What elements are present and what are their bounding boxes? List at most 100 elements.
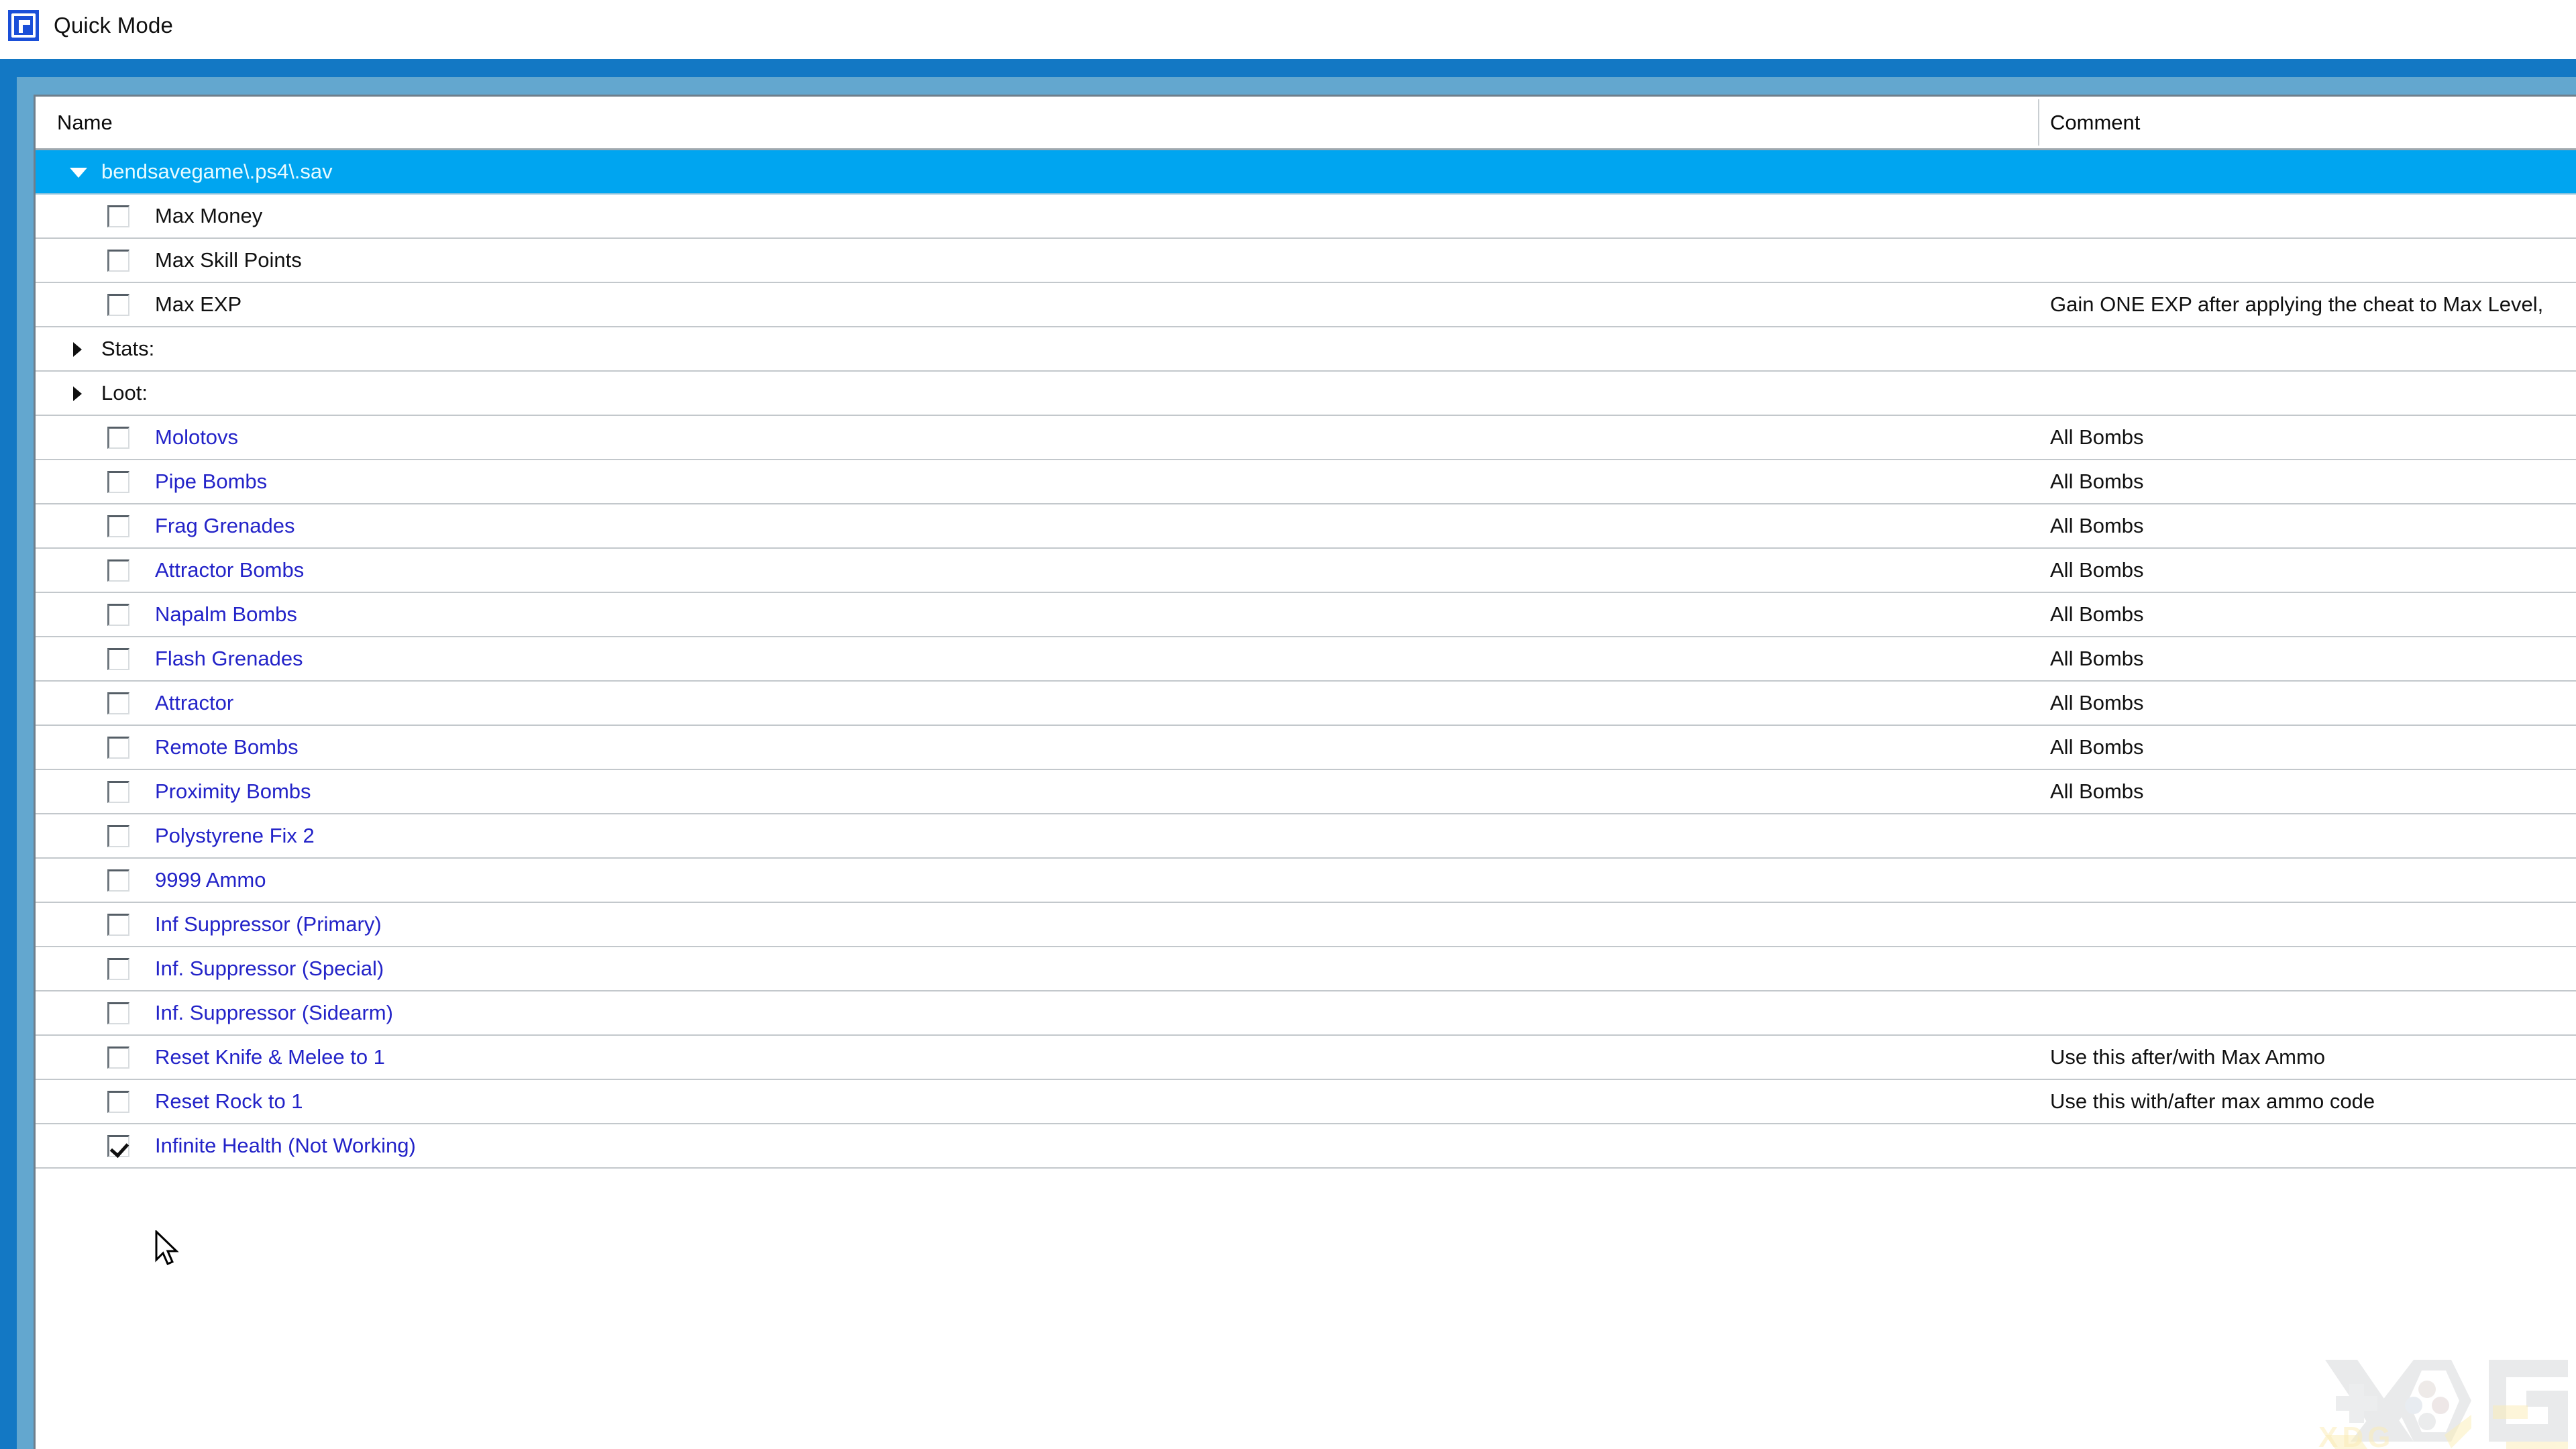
row-comment-cell: All Bombs bbox=[2050, 470, 2144, 493]
cheat-tree-panel[interactable]: Name Comment bendsavegame\.ps4\.sav Max M… bbox=[34, 95, 2576, 1449]
row-name-cell[interactable]: Pipe Bombs bbox=[36, 460, 2038, 503]
row-checkbox[interactable] bbox=[107, 957, 129, 980]
row-name-cell[interactable]: Molotovs bbox=[36, 416, 2038, 459]
row-label: Max EXP bbox=[155, 292, 242, 316]
table-row[interactable]: Stats: bbox=[36, 327, 2576, 372]
table-row[interactable]: Reset Knife & Melee to 1 Use this after/w… bbox=[36, 1036, 2576, 1080]
row-label: Remote Bombs bbox=[155, 735, 299, 759]
row-checkbox[interactable] bbox=[107, 559, 129, 582]
row-name-cell[interactable]: Flash Grenades bbox=[36, 637, 2038, 680]
row-checkbox[interactable] bbox=[107, 205, 129, 227]
table-row[interactable]: Flash Grenades All Bombs bbox=[36, 637, 2576, 682]
table-row[interactable]: Remote Bombs All Bombs bbox=[36, 726, 2576, 770]
mouse-cursor bbox=[155, 1229, 182, 1269]
window-title: Quick Mode bbox=[54, 12, 174, 38]
row-name-cell[interactable]: Remote Bombs bbox=[36, 726, 2038, 769]
row-name-cell[interactable]: Frag Grenades bbox=[36, 504, 2038, 547]
row-label: Inf Suppressor (Primary) bbox=[155, 912, 382, 936]
row-name-cell[interactable]: Max Money bbox=[36, 195, 2038, 237]
xdg-watermark-logo: XDG bbox=[2313, 1341, 2576, 1449]
row-checkbox[interactable] bbox=[107, 913, 129, 936]
row-checkbox[interactable] bbox=[107, 515, 129, 537]
row-name-cell[interactable]: Reset Knife & Melee to 1 bbox=[36, 1036, 2038, 1079]
row-name-cell[interactable]: Inf. Suppressor (Special) bbox=[36, 947, 2038, 990]
column-header-comment[interactable]: Comment bbox=[2038, 97, 2140, 148]
row-checkbox[interactable] bbox=[107, 249, 129, 272]
table-row[interactable]: bendsavegame\.ps4\.sav bbox=[36, 150, 2576, 195]
row-comment-cell bbox=[2038, 372, 2576, 415]
row-label: Inf. Suppressor (Sidearm) bbox=[155, 1001, 393, 1024]
row-name-cell[interactable]: Polystyrene Fix 2 bbox=[36, 814, 2038, 857]
row-checkbox[interactable] bbox=[107, 780, 129, 803]
row-label: 9999 Ammo bbox=[155, 868, 266, 892]
table-row[interactable]: Inf. Suppressor (Special) bbox=[36, 947, 2576, 991]
row-label: Polystyrene Fix 2 bbox=[155, 824, 315, 847]
row-label: Reset Knife & Melee to 1 bbox=[155, 1045, 385, 1069]
row-comment-cell bbox=[2038, 195, 2576, 237]
row-comment-cell: Gain ONE EXP after applying the cheat to… bbox=[2050, 292, 2544, 316]
row-name-cell[interactable]: Attractor bbox=[36, 682, 2038, 724]
row-checkbox[interactable] bbox=[107, 293, 129, 316]
row-comment-cell: Use this with/after max ammo code bbox=[2050, 1089, 2375, 1113]
row-checkbox[interactable] bbox=[107, 736, 129, 759]
chevron-right-icon[interactable] bbox=[68, 339, 88, 359]
table-row[interactable]: Pipe Bombs All Bombs bbox=[36, 460, 2576, 504]
row-label: bendsavegame\.ps4\.sav bbox=[101, 160, 333, 183]
row-label: Flash Grenades bbox=[155, 647, 303, 670]
table-row[interactable]: Infinite Health (Not Working) bbox=[36, 1124, 2576, 1169]
row-name-cell[interactable]: Inf Suppressor (Primary) bbox=[36, 903, 2038, 946]
row-checkbox[interactable] bbox=[107, 1134, 129, 1157]
row-comment-cell: All Bombs bbox=[2050, 647, 2144, 670]
table-row[interactable]: Frag Grenades All Bombs bbox=[36, 504, 2576, 549]
table-row[interactable]: Inf. Suppressor (Sidearm) bbox=[36, 991, 2576, 1036]
row-checkbox[interactable] bbox=[107, 426, 129, 449]
row-name-cell[interactable]: bendsavegame\.ps4\.sav bbox=[36, 150, 2038, 193]
row-checkbox[interactable] bbox=[107, 647, 129, 670]
row-comment-cell: All Bombs bbox=[2050, 514, 2144, 537]
window-title-bar: Quick Mode bbox=[0, 0, 2576, 50]
row-name-cell[interactable]: Infinite Health (Not Working) bbox=[36, 1124, 2038, 1167]
row-name-cell[interactable]: Inf. Suppressor (Sidearm) bbox=[36, 991, 2038, 1034]
table-row[interactable]: Inf Suppressor (Primary) bbox=[36, 903, 2576, 947]
table-row[interactable]: Polystyrene Fix 2 bbox=[36, 814, 2576, 859]
row-checkbox[interactable] bbox=[107, 1090, 129, 1113]
row-name-cell[interactable]: Proximity Bombs bbox=[36, 770, 2038, 813]
table-row[interactable]: Max EXP Gain ONE EXP after applying the c… bbox=[36, 283, 2576, 327]
row-comment-cell bbox=[2038, 859, 2576, 902]
table-row[interactable]: Attractor All Bombs bbox=[36, 682, 2576, 726]
row-comment-cell bbox=[2038, 814, 2576, 857]
table-row[interactable]: Attractor Bombs All Bombs bbox=[36, 549, 2576, 593]
chevron-right-icon[interactable] bbox=[68, 383, 88, 403]
app-icon bbox=[8, 9, 39, 41]
row-name-cell[interactable]: Attractor Bombs bbox=[36, 549, 2038, 592]
row-label: Pipe Bombs bbox=[155, 470, 268, 493]
row-name-cell[interactable]: Reset Rock to 1 bbox=[36, 1080, 2038, 1123]
table-row[interactable]: Loot: bbox=[36, 372, 2576, 416]
table-row[interactable]: Napalm Bombs All Bombs bbox=[36, 593, 2576, 637]
row-checkbox[interactable] bbox=[107, 1046, 129, 1069]
table-row[interactable]: Max Skill Points bbox=[36, 239, 2576, 283]
row-name-cell[interactable]: Napalm Bombs bbox=[36, 593, 2038, 636]
row-checkbox[interactable] bbox=[107, 824, 129, 847]
row-checkbox[interactable] bbox=[107, 869, 129, 892]
table-row[interactable]: 9999 Ammo bbox=[36, 859, 2576, 903]
column-header-name[interactable]: Name bbox=[57, 97, 113, 148]
table-row[interactable]: Molotovs All Bombs bbox=[36, 416, 2576, 460]
row-name-cell[interactable]: 9999 Ammo bbox=[36, 859, 2038, 902]
row-comment-cell bbox=[2038, 1124, 2576, 1167]
row-checkbox[interactable] bbox=[107, 1002, 129, 1024]
row-name-cell[interactable]: Max EXP bbox=[36, 283, 2038, 326]
row-name-cell[interactable]: Stats: bbox=[36, 327, 2038, 370]
row-checkbox[interactable] bbox=[107, 692, 129, 714]
row-label: Molotovs bbox=[155, 425, 239, 449]
row-label: Attractor bbox=[155, 691, 234, 714]
table-row[interactable]: Reset Rock to 1 Use this with/after max a… bbox=[36, 1080, 2576, 1124]
row-name-cell[interactable]: Loot: bbox=[36, 372, 2038, 415]
table-row[interactable]: Proximity Bombs All Bombs bbox=[36, 770, 2576, 814]
chevron-down-icon[interactable] bbox=[68, 162, 88, 182]
row-label: Max Skill Points bbox=[155, 248, 302, 272]
row-checkbox[interactable] bbox=[107, 470, 129, 493]
row-checkbox[interactable] bbox=[107, 603, 129, 626]
row-name-cell[interactable]: Max Skill Points bbox=[36, 239, 2038, 282]
table-row[interactable]: Max Money bbox=[36, 195, 2576, 239]
